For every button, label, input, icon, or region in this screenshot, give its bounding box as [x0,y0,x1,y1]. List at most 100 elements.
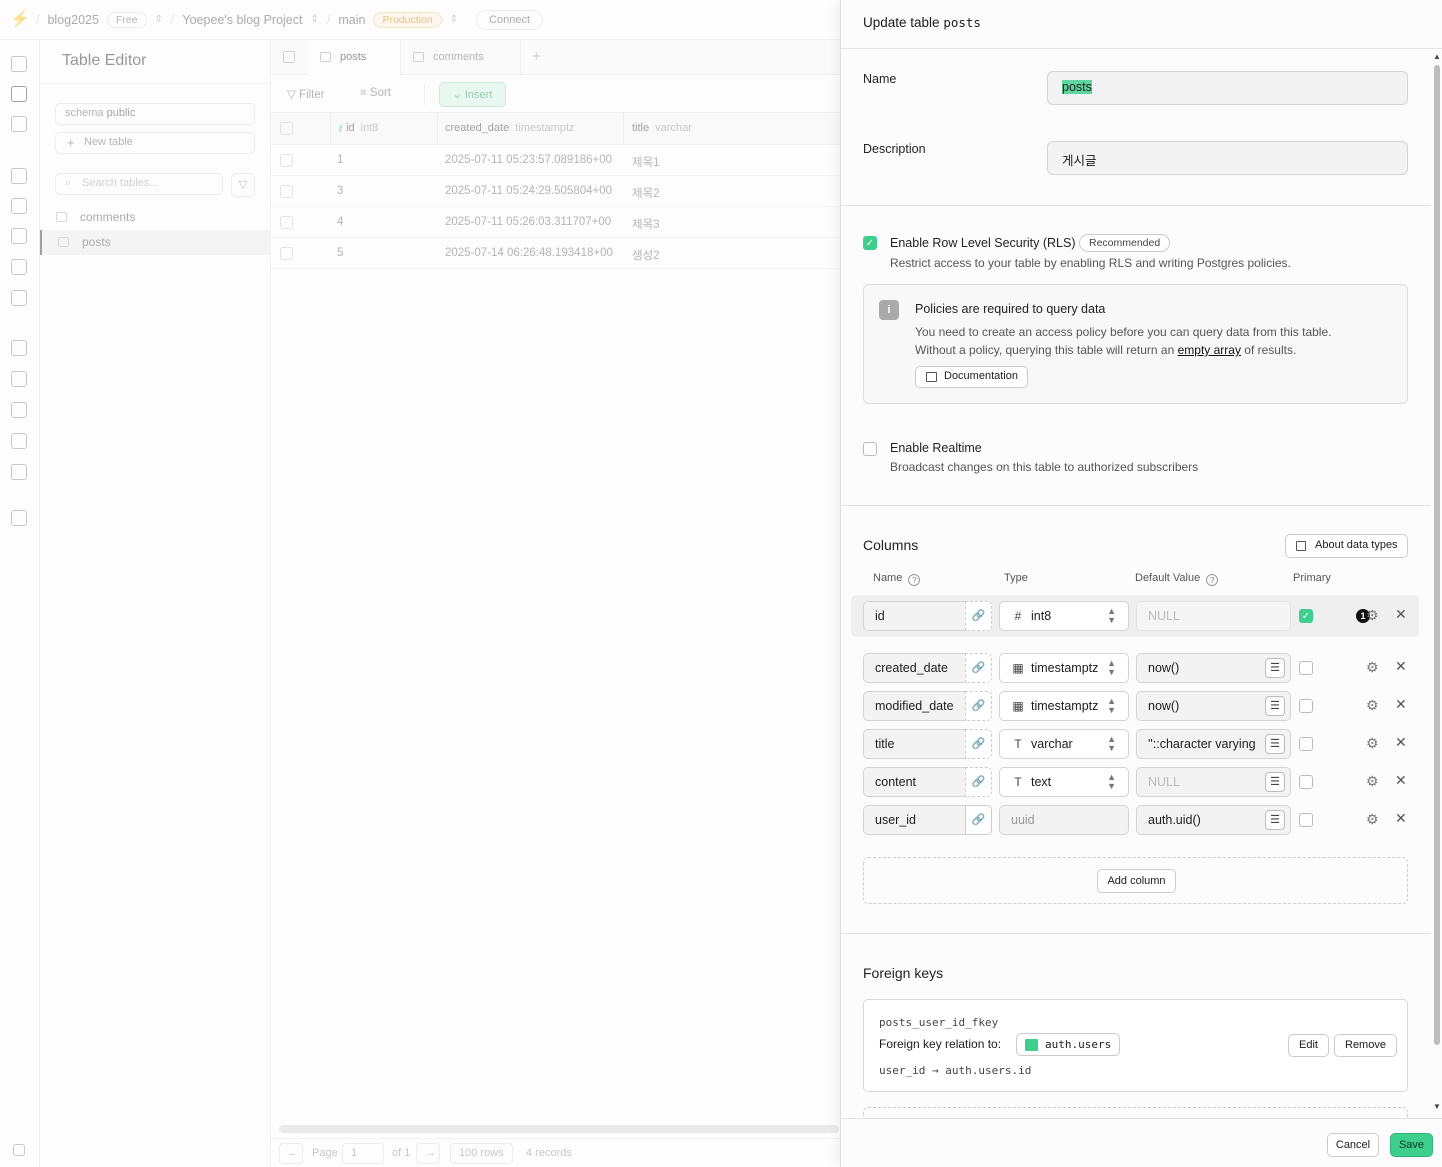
fk-source-column: user_id [879,1064,926,1077]
gear-icon[interactable]: ⚙ [1366,811,1379,828]
column-type-value: text [1031,775,1052,789]
add-column-button[interactable]: Add column [1097,869,1176,893]
column-name-input[interactable]: id [863,601,966,631]
default-value-input[interactable]: NULL [1136,601,1291,631]
link-icon[interactable]: 🔗 [965,691,992,721]
primary-checkbox[interactable] [1299,661,1313,675]
list-icon[interactable]: ☰ [1265,810,1285,830]
link-icon[interactable]: 🔗 [965,729,992,759]
policy-notice: i Policies are required to query data Yo… [863,284,1408,404]
column-header-name: Name? [873,572,921,586]
default-value-input[interactable]: NULL ☰ [1136,767,1291,797]
link-icon[interactable]: 🔗 [965,805,992,835]
column-type-select[interactable]: ▦ timestamptz ▲ ▼ [999,691,1129,721]
column-type-select[interactable]: T text ▲ ▼ [999,767,1129,797]
rls-description: Restrict access to your table by enablin… [890,256,1291,270]
name-input[interactable]: posts [1047,71,1408,105]
realtime-checkbox[interactable] [863,442,877,456]
scrollbar-thumb[interactable] [1434,65,1440,1045]
close-icon[interactable]: ✕ [1395,810,1407,827]
default-value: NULL [1148,775,1180,789]
column-name-input[interactable]: content [863,767,966,797]
overlay-dimmer[interactable] [0,0,840,1167]
chevron-updown-icon: ▲ ▼ [1107,772,1116,791]
list-icon[interactable]: ☰ [1265,734,1285,754]
help-icon[interactable]: ? [1206,574,1219,586]
default-value-input[interactable]: ''::character varying ☰ [1136,729,1291,759]
fk-constraint-name: posts_user_id_fkey [879,1016,999,1029]
fk-remove-button[interactable]: Remove [1334,1034,1397,1057]
column-name-input[interactable]: modified_date [863,691,966,721]
column-row-id: id 🔗 # int8 ▲ ▼ NULL ✓ 1 ⚙ ✕ [851,595,1419,637]
column-type-value: varchar [1031,737,1073,751]
close-icon[interactable]: ✕ [1395,606,1407,623]
columns-title: Columns [863,537,919,553]
fk-mapping: user_id → auth.users.id [879,1064,1031,1077]
scroll-up-icon[interactable]: ▲ [1433,52,1441,61]
primary-checkbox[interactable] [1299,775,1313,789]
panel-title-table: posts [943,15,981,30]
column-type-select[interactable]: ▦ timestamptz ▲ ▼ [999,653,1129,683]
column-name-input[interactable]: title [863,729,966,759]
description-input[interactable]: 게시글 [1047,141,1408,175]
policy-notice-title: Policies are required to query data [915,302,1106,316]
divider [841,933,1431,934]
column-name-input[interactable]: created_date [863,653,966,683]
primary-checkbox[interactable] [1299,737,1313,751]
column-type-select[interactable]: T varchar ▲ ▼ [999,729,1129,759]
about-data-types-button[interactable]: About data types [1285,534,1408,558]
gear-icon[interactable]: ⚙ [1366,607,1379,624]
vertical-scrollbar[interactable]: ▲ ▼ [1431,49,1442,1118]
link-icon[interactable]: 🔗 [965,767,992,797]
chevron-updown-icon: ▲ ▼ [1107,734,1116,753]
chevron-updown-icon: ▲ ▼ [1107,606,1116,625]
book-icon [926,372,937,382]
primary-checkbox[interactable]: ✓ [1299,609,1313,623]
scroll-down-icon[interactable]: ▼ [1433,1102,1441,1111]
gear-icon[interactable]: ⚙ [1366,697,1379,714]
column-header-default: Default Value? [1135,572,1219,586]
cancel-button[interactable]: Cancel [1327,1133,1379,1157]
external-link-icon [1296,541,1306,551]
empty-array-link[interactable]: empty array [1178,343,1241,357]
default-value-input[interactable]: now() ☰ [1136,653,1291,683]
fk-edit-button[interactable]: Edit [1288,1034,1329,1057]
gear-icon[interactable]: ⚙ [1366,773,1379,790]
list-icon[interactable]: ☰ [1265,772,1285,792]
column-type-select[interactable]: uuid [999,805,1129,835]
close-icon[interactable]: ✕ [1395,734,1407,751]
list-icon[interactable]: ☰ [1265,658,1285,678]
info-icon: i [879,300,899,320]
primary-checkbox[interactable] [1299,699,1313,713]
policy-notice-line1: You need to create an access policy befo… [915,325,1332,339]
list-icon[interactable]: ☰ [1265,696,1285,716]
add-column-area: Add column [863,857,1408,904]
link-icon[interactable]: 🔗 [965,653,992,683]
column-name-input[interactable]: user_id [863,805,966,835]
close-icon[interactable]: ✕ [1395,696,1407,713]
column-type-select[interactable]: # int8 ▲ ▼ [999,601,1129,631]
column-header-primary: Primary [1293,572,1331,584]
calendar-icon: ▦ [1012,699,1024,713]
gear-icon[interactable]: ⚙ [1366,735,1379,752]
calendar-icon: ▦ [1012,661,1024,675]
text-type-icon: T [1014,737,1022,751]
text-type-icon: T [1014,775,1022,789]
default-value-input[interactable]: now() ☰ [1136,691,1291,721]
close-icon[interactable]: ✕ [1395,772,1407,789]
chevron-updown-icon: ▲ ▼ [1107,658,1116,677]
fk-table-name: auth.users [1045,1038,1112,1051]
documentation-button[interactable]: Documentation [915,366,1028,388]
divider [841,505,1431,506]
rls-checkbox[interactable]: ✓ [863,236,877,250]
link-icon[interactable]: 🔗 [965,601,992,631]
gear-icon[interactable]: ⚙ [1366,659,1379,676]
name-input-value: posts [1062,80,1092,94]
default-value-input[interactable]: auth.uid() ☰ [1136,805,1291,835]
save-button[interactable]: Save [1390,1133,1433,1157]
default-value: ''::character varying [1148,737,1256,751]
divider [841,205,1431,206]
primary-checkbox[interactable] [1299,813,1313,827]
help-icon[interactable]: ? [908,574,921,586]
close-icon[interactable]: ✕ [1395,658,1407,675]
